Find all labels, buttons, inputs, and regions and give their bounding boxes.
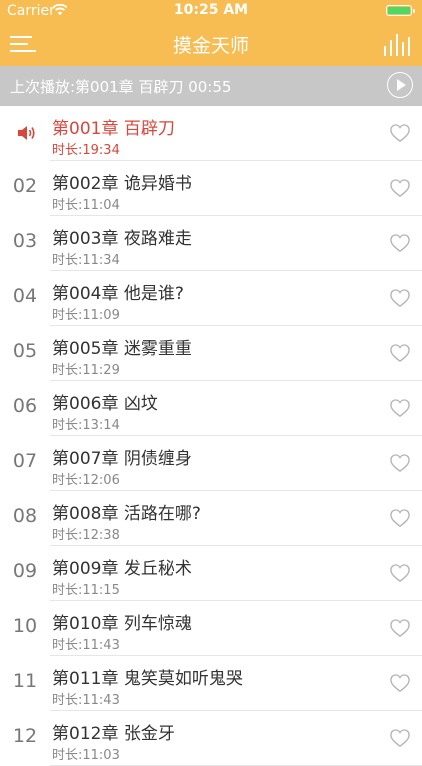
chapter-title: 第011章 鬼笑莫如听鬼哭 bbox=[52, 669, 243, 689]
chapter-title: 第004章 他是谁? bbox=[52, 284, 184, 304]
heart-icon[interactable] bbox=[389, 453, 411, 473]
chapter-number: 08 bbox=[12, 505, 38, 527]
chapter-duration: 时长:11:15 bbox=[52, 583, 120, 598]
chapter-title: 第012章 张金牙 bbox=[52, 724, 175, 744]
status-time: 10:25 AM bbox=[173, 2, 249, 18]
chapter-title: 第003章 夜路难走 bbox=[52, 229, 192, 249]
chapter-title: 第010章 列车惊魂 bbox=[52, 614, 192, 634]
chapter-row[interactable]: 03 第003章 夜路难走时长:11:34 bbox=[0, 216, 422, 271]
chapter-duration: 时长:11:43 bbox=[52, 693, 120, 708]
chapter-row[interactable]: 05 第005章 迷雾重重时长:11:29 bbox=[0, 326, 422, 381]
chapter-duration: 时长:13:14 bbox=[52, 418, 120, 433]
chapter-title: 第009章 发丘秘术 bbox=[52, 559, 192, 579]
heart-icon[interactable] bbox=[389, 123, 411, 143]
play-icon[interactable] bbox=[387, 72, 413, 98]
chapter-title: 第005章 迷雾重重 bbox=[52, 339, 192, 359]
heart-icon[interactable] bbox=[389, 618, 411, 638]
chapter-number: 09 bbox=[12, 560, 38, 582]
chapter-title: 第006章 凶坟 bbox=[52, 394, 158, 414]
chapter-duration: 时长:11:09 bbox=[52, 308, 120, 323]
chapter-row[interactable]: 第001章 百辟刀时长:19:34 bbox=[0, 106, 422, 161]
chapter-title: 第007章 阴债缠身 bbox=[52, 449, 192, 469]
equalizer-icon[interactable] bbox=[384, 32, 410, 56]
chapter-row[interactable]: 11 第011章 鬼笑莫如听鬼哭时长:11:43 bbox=[0, 656, 422, 711]
heart-icon[interactable] bbox=[389, 343, 411, 363]
chapter-number: 03 bbox=[12, 230, 38, 252]
status-bar: Carrier 10:25 AM bbox=[0, 0, 422, 22]
chapter-duration: 时长:11:43 bbox=[52, 638, 120, 653]
page-title: 摸金天师 bbox=[172, 35, 249, 57]
chapter-row[interactable]: 08 第008章 活路在哪? 时长:12:38 bbox=[0, 491, 422, 546]
chapter-duration: 时长:12:06 bbox=[52, 473, 120, 488]
chapter-title: 第002章 诡异婚书 bbox=[52, 174, 192, 194]
chapter-number: 12 bbox=[12, 725, 38, 747]
chapter-list: 第001章 百辟刀时长:19:34 02 第002章 诡异婚书时长:11:04 03 第… bbox=[0, 106, 422, 766]
heart-icon[interactable] bbox=[389, 233, 411, 253]
heart-icon[interactable] bbox=[389, 288, 411, 308]
chapter-row[interactable]: 06 第006章 凶坟时长:13:14 bbox=[0, 381, 422, 436]
chapter-title: 第008章 活路在哪? bbox=[52, 504, 201, 524]
heart-icon[interactable] bbox=[389, 563, 411, 583]
heart-icon[interactable] bbox=[389, 508, 411, 528]
heart-icon[interactable] bbox=[389, 728, 411, 748]
chapter-duration: 时长:11:34 bbox=[52, 253, 120, 268]
chapter-number: 05 bbox=[12, 340, 38, 362]
chapter-row[interactable]: 09 第009章 发丘秘术时长:11:15 bbox=[0, 546, 422, 601]
chapter-number: 04 bbox=[12, 285, 38, 307]
chapter-row[interactable]: 07 第007章 阴债缠身时长:12:06 bbox=[0, 436, 422, 491]
heart-icon[interactable] bbox=[389, 178, 411, 198]
chapter-duration: 时长:19:34 bbox=[52, 143, 120, 158]
last-play-banner[interactable]: 上次播放:第001章 百辟刀 00:55 bbox=[0, 66, 422, 106]
chapter-row[interactable]: 12 第012章 张金牙时长:11:03 bbox=[0, 711, 422, 766]
chapter-row[interactable]: 04 第004章 他是谁? 时长:11:09 bbox=[0, 271, 422, 326]
nav-bar: 摸金天师 bbox=[0, 22, 422, 66]
heart-icon[interactable] bbox=[389, 673, 411, 693]
chapter-number: 06 bbox=[12, 395, 38, 417]
chapter-number: 11 bbox=[12, 670, 38, 692]
chapter-number: 07 bbox=[12, 450, 38, 472]
chapter-duration: 时长:11:03 bbox=[52, 748, 120, 763]
chapter-number: 02 bbox=[12, 175, 38, 197]
chapter-duration: 时长:11:29 bbox=[52, 363, 120, 378]
chapter-number: 10 bbox=[12, 615, 38, 637]
chapter-duration: 时长:11:04 bbox=[52, 198, 120, 213]
heart-icon[interactable] bbox=[389, 398, 411, 418]
last-play-text: 上次播放:第001章 百辟刀 00:55 bbox=[10, 78, 232, 96]
chapter-row[interactable]: 10 第010章 列车惊魂时长:11:43 bbox=[0, 601, 422, 656]
chapter-duration: 时长:12:38 bbox=[52, 528, 120, 543]
chapter-row[interactable]: 02 第002章 诡异婚书时长:11:04 bbox=[0, 161, 422, 216]
speaker-icon bbox=[18, 126, 35, 140]
chapter-title: 第001章 百辟刀 bbox=[52, 119, 175, 139]
battery-icon bbox=[386, 5, 415, 16]
